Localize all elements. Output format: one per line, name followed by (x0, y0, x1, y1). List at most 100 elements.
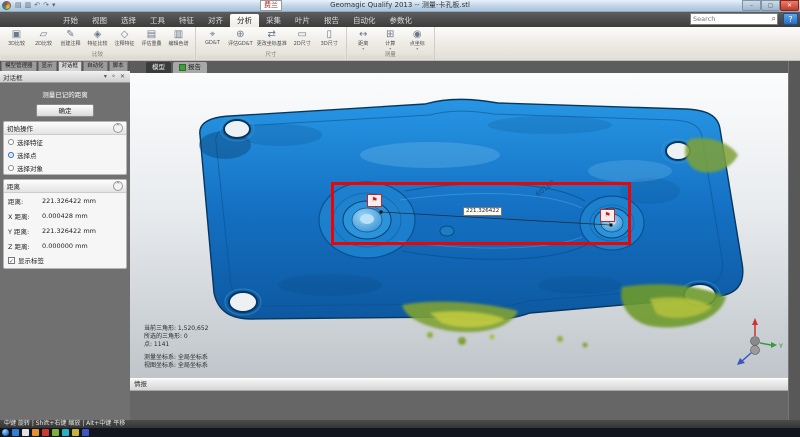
radio-dot-icon[interactable] (8, 152, 14, 158)
ribbon-tab[interactable]: 特征 (172, 14, 201, 27)
ribbon-button[interactable]: ▯ 3D尺寸 (316, 29, 343, 47)
ribbon-button[interactable]: ↔ 距离 ▾ (350, 29, 377, 51)
stat-line: 所选的三角形: 0 (144, 333, 208, 341)
taskbar-icon[interactable] (42, 429, 49, 436)
ribbon-button-icon: ▥ (174, 29, 183, 40)
ribbon-tab[interactable]: 对齐 (201, 14, 230, 27)
ribbon-tab[interactable]: 分析 (230, 14, 259, 27)
radio-option[interactable]: 选择对象 (4, 161, 126, 174)
taskbar-icon[interactable] (62, 429, 69, 436)
distance-value: 221.326422 mm (42, 197, 96, 205)
ribbon-button-icon: ▱ (40, 29, 48, 40)
ribbon-button-icon: ⊞ (386, 29, 394, 40)
ribbon-button[interactable]: ▭ 2D尺寸 (289, 29, 316, 47)
distance-section: 距离 ^ 距离: 221.326422 mm X 距离: 0.000428 mm (3, 179, 127, 269)
ribbon-tab[interactable]: 工具 (143, 14, 172, 27)
ribbon-tab[interactable]: 自动化 (346, 14, 383, 27)
ribbon-tab[interactable]: 开始 (56, 14, 85, 27)
model-stats-overlay: 当前三角形: 1,520,652所选的三角形: 0点: 1141 测量坐标系: … (144, 325, 208, 370)
radio-option[interactable]: 选择点 (4, 148, 126, 161)
panel-title-bar: 对话框 ▾ ⚬ ✕ (0, 71, 130, 83)
left-panel-tab[interactable]: 对话框 (58, 61, 83, 71)
show-label-checkbox[interactable] (8, 257, 15, 264)
info-panel-header[interactable]: 情报 (130, 378, 788, 391)
close-button[interactable]: ✕ (780, 0, 799, 11)
left-panel-tab[interactable]: 自动化 (83, 61, 108, 71)
search-icon[interactable]: ⌕ (772, 14, 777, 24)
collapse-icon[interactable]: ^ (113, 123, 123, 133)
3d-canvas[interactable]: 60167 (130, 73, 788, 378)
status-bar: 中键 旋转 | Shift+右键 缩放 | Alt+中键 平移 (0, 420, 800, 428)
ribbon-button-icon: ⊕ (236, 29, 244, 40)
title-bar: ▤ ▥ ↶ ↷ ▾ Geomagic Qualify 2013 -- 测量-卡孔… (0, 0, 800, 12)
viewport-tab[interactable]: 报告 (173, 62, 207, 73)
collapse-icon[interactable]: ^ (113, 181, 123, 191)
viewport: 模型 报告 (130, 60, 788, 378)
ribbon-group-label: 比较 (1, 52, 194, 59)
show-label-text: 显示标签 (18, 255, 44, 265)
ribbon-button-label: 评估重叠 (141, 40, 161, 47)
search-input[interactable] (691, 15, 772, 24)
ribbon-button[interactable]: ▥ 编辑色谱 (165, 29, 192, 47)
ribbon-tab[interactable]: 采集 (259, 14, 288, 27)
ribbon-group-dimension: ⌖ GD&T ⊕ 评估GD&T ⇄ 更改坐标基准 ▭ (196, 27, 347, 60)
radio-label: 选择对象 (17, 163, 43, 173)
show-label-row[interactable]: 显示标签 (4, 253, 126, 268)
ribbon-tab[interactable]: 报告 (317, 14, 346, 27)
axis-y-label: Y (778, 342, 783, 350)
panel-close-icon[interactable]: ✕ (118, 73, 127, 80)
panel-pin-icon[interactable]: ⚬ (109, 73, 118, 80)
minimize-button[interactable]: – (742, 0, 761, 11)
dropdown-arrow-icon[interactable]: ▾ (416, 47, 418, 51)
ribbon-button[interactable]: ◈ 特征比较 (84, 29, 111, 47)
ribbon: ▣ 3D比较 ▱ 2D比较 ✎ 创建注释 ◈ (0, 27, 800, 61)
radio-dot-icon[interactable] (8, 165, 14, 171)
taskbar-icon[interactable] (82, 429, 89, 436)
start-button[interactable] (2, 429, 9, 436)
dropdown-arrow-icon[interactable]: ▾ (362, 47, 364, 51)
ribbon-button[interactable]: ▤ 评估重叠 (138, 29, 165, 47)
ribbon-button[interactable]: ⇄ 更改坐标基准 (255, 29, 289, 47)
ribbon-button[interactable]: ⊕ 评估GD&T (226, 29, 255, 47)
taskbar-icon[interactable] (12, 429, 19, 436)
radio-dot-icon[interactable] (8, 139, 14, 145)
ribbon-button-icon: ▯ (326, 29, 332, 40)
distance-value: 0.000000 mm (42, 242, 88, 250)
ribbon-button-label: 编辑色谱 (168, 40, 188, 47)
ribbon-button[interactable]: ⌖ GD&T (199, 29, 226, 46)
left-panel-tabs: 模型管理器 显示 对话框 自动化 脚本 (0, 60, 130, 71)
taskbar-icon[interactable] (32, 429, 39, 436)
left-panel-tab[interactable]: 显示 (38, 61, 57, 71)
right-dock-strip[interactable] (788, 60, 800, 420)
window-title: Geomagic Qualify 2013 -- 测量-卡孔板.stl (0, 0, 800, 11)
left-panel-tab[interactable]: 脚本 (109, 61, 128, 71)
ribbon-button[interactable]: ▱ 2D比较 (30, 29, 57, 47)
panel-dropdown-icon[interactable]: ▾ (102, 73, 109, 80)
ribbon-button[interactable]: ⊞ 计算 ▾ (377, 29, 404, 51)
ribbon-button[interactable]: ◉ 点坐标 ▾ (404, 29, 431, 51)
ok-button[interactable]: 确定 (36, 104, 94, 117)
distance-label: Z 距离: (8, 241, 42, 251)
help-button[interactable]: ? (783, 13, 798, 25)
maximize-button[interactable]: ▢ (761, 0, 780, 11)
ribbon-button[interactable]: ✎ 创建注释 (57, 29, 84, 47)
ribbon-tab[interactable]: 选择 (114, 14, 143, 27)
viewport-tab[interactable]: 模型 (146, 62, 171, 73)
taskbar-icon[interactable] (52, 429, 59, 436)
ribbon-button-icon: ✎ (66, 29, 74, 40)
taskbar-icon[interactable] (72, 429, 79, 436)
dropdown-arrow-icon[interactable]: ▾ (389, 47, 391, 51)
ribbon-group-label: 尺寸 (197, 52, 345, 59)
ribbon-button-label: 创建注释 (60, 40, 80, 47)
ribbon-tab[interactable]: 参数化 (383, 14, 420, 27)
ribbon-tab[interactable]: 视图 (85, 14, 114, 27)
ribbon-button[interactable]: ◇ 注释特征 (111, 29, 138, 47)
ribbon-button[interactable]: ▣ 3D比较 (3, 29, 30, 47)
taskbar-icon[interactable] (22, 429, 29, 436)
ribbon-group-label: 测量 (348, 52, 433, 59)
radio-option[interactable]: 选择特征 (4, 135, 126, 148)
ribbon-tab[interactable]: 叶片 (288, 14, 317, 27)
ribbon-button-icon: ↔ (359, 29, 367, 40)
distance-value: 0.000428 mm (42, 212, 88, 220)
left-panel-tab[interactable]: 模型管理器 (1, 61, 37, 71)
